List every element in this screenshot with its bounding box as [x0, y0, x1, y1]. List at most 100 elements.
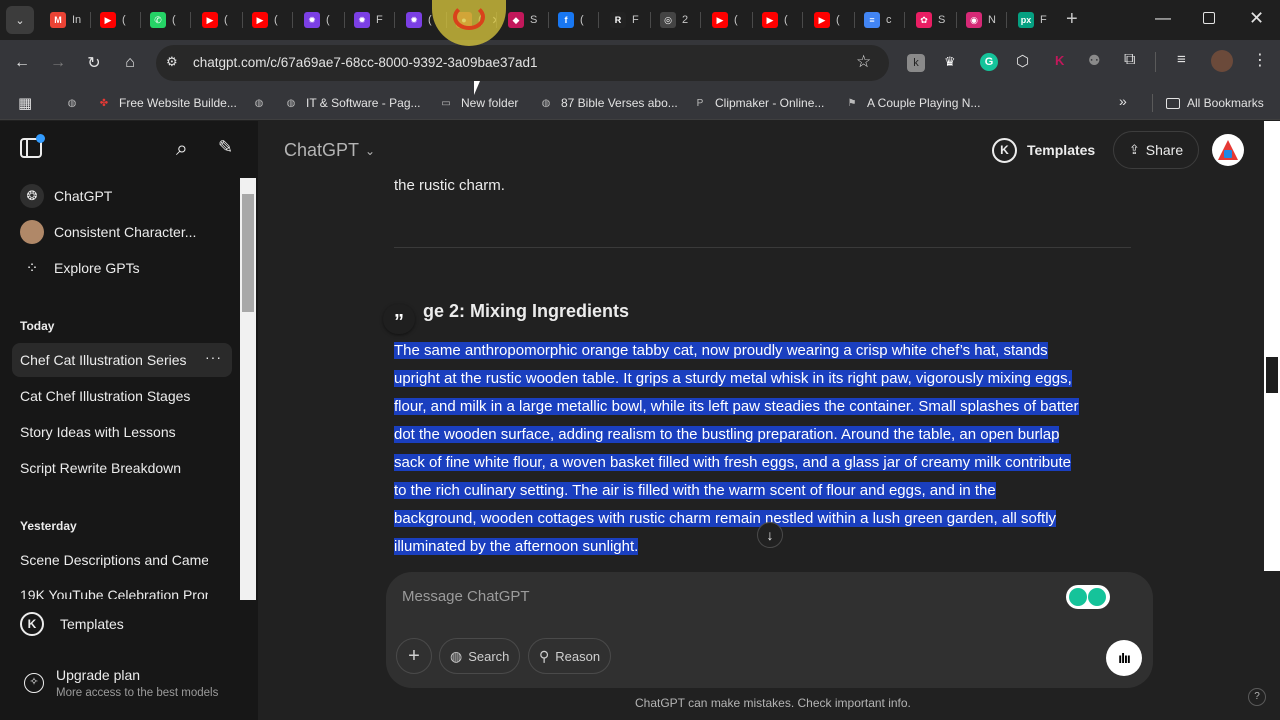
sidebar-item-chatgpt[interactable]: ❂ ChatGPT [12, 179, 232, 213]
chat-options-icon[interactable]: ··· [205, 349, 222, 365]
upgrade-plan-button[interactable]: ✧ Upgrade plan More access to the best m… [12, 661, 244, 705]
sidebar-templates[interactable]: K Templates [12, 607, 232, 641]
extensions-puzzle-icon[interactable]: ⧉ [1124, 51, 1135, 69]
browser-menu-icon[interactable]: ⋮ [1252, 50, 1268, 70]
user-avatar[interactable] [1212, 134, 1244, 166]
extension-kk-icon[interactable]: K [1055, 53, 1064, 68]
extension-gray-icon[interactable]: ⚉ [1088, 52, 1101, 69]
sidebar-scrollbar[interactable] [240, 178, 256, 600]
bookmark-item[interactable]: ◍ [64, 93, 80, 113]
all-bookmarks[interactable]: All Bookmarks [1166, 93, 1264, 113]
bookmark-item[interactable]: P Clipmaker - Online... [692, 93, 825, 113]
browser-tab[interactable]: RF [602, 8, 650, 32]
bookmark-star-icon[interactable]: ☆ [856, 52, 871, 72]
message-input[interactable]: Message ChatGPT [402, 588, 530, 605]
browser-tab[interactable]: ◉ N [958, 8, 1006, 32]
reason-button[interactable]: ⚲ Reason [528, 638, 612, 674]
tab-title: ( [274, 14, 278, 26]
sidebar-chat[interactable]: Scene Descriptions and Camer [12, 543, 208, 577]
gear-purple-icon: ✹ [354, 12, 370, 28]
profile-avatar[interactable] [1211, 50, 1233, 72]
forward-icon[interactable]: → [44, 49, 72, 77]
browser-tab[interactable]: px F [1010, 8, 1058, 32]
extension-crown-icon[interactable]: ♛ [944, 54, 956, 70]
browser-tab[interactable]: ▶( [704, 8, 752, 32]
browser-tab[interactable]: ✆( [142, 8, 190, 32]
share-button[interactable]: ⇪ Share [1113, 131, 1199, 169]
bookmark-item[interactable]: ▭ New folder [438, 93, 518, 113]
browser-tab[interactable]: ≡ c [856, 8, 904, 32]
tab-title: F [632, 14, 639, 26]
search-chats-icon[interactable]: ⌕ [176, 137, 188, 161]
restore-icon[interactable] [1203, 12, 1215, 24]
scroll-down-icon[interactable]: ↓ [757, 522, 783, 548]
browser-tab[interactable]: ▶( [754, 8, 802, 32]
selected-text-line: sack of fine white flour, a woven basket… [394, 454, 1071, 471]
browser-tab[interactable]: ▶( [806, 8, 854, 32]
close-window-icon[interactable]: ✕ [1249, 8, 1264, 29]
help-button[interactable]: ? [1248, 688, 1266, 706]
more-bookmarks-icon[interactable]: » [1119, 93, 1127, 109]
bookmark-item[interactable]: ✤ Free Website Builde... [96, 93, 237, 113]
browser-tab[interactable]: ✹( [296, 8, 344, 32]
browser-tab[interactable]: M In [42, 8, 90, 32]
voice-mode-icon[interactable]: ılıı [1106, 640, 1142, 676]
quote-reply-icon[interactable]: ” [383, 304, 415, 334]
sidebar-item-label: ChatGPT [54, 188, 113, 204]
bookmark-label: 87 Bible Verses abo... [561, 96, 678, 110]
main-scrollbar-thumb[interactable] [1266, 357, 1278, 393]
new-chat-icon[interactable]: ✎ [218, 137, 233, 158]
today-heading: Today [20, 319, 55, 333]
back-icon[interactable]: ← [8, 49, 36, 77]
tab-title: N [988, 14, 996, 26]
sidebar-chat[interactable]: Script Rewrite Breakdown [12, 451, 232, 485]
share-label: Share [1145, 142, 1184, 158]
folder-icon: ▭ [441, 97, 451, 109]
scrollbar-thumb[interactable] [242, 194, 254, 312]
templates-button[interactable]: K Templates [992, 137, 1095, 163]
youtube-icon: ▶ [252, 12, 268, 28]
tab-separator [140, 12, 141, 28]
bookmark-item[interactable]: ◍ IT & Software - Pag... [283, 93, 421, 113]
address-bar[interactable]: ⚙ chatgpt.com/c/67a69ae7-68cc-8000-9392-… [156, 45, 889, 81]
grammarly-extension-icon[interactable]: G [980, 53, 998, 71]
browser-tab[interactable]: f( [550, 8, 598, 32]
apps-grid-icon[interactable]: ▦ [18, 94, 32, 112]
bookmark-item[interactable]: ◍ [251, 93, 267, 113]
reload-icon[interactable]: ↻ [80, 49, 108, 77]
browser-tab[interactable]: ◎ 2 [652, 8, 700, 32]
browser-tab[interactable]: ▶( [194, 8, 242, 32]
media-controls-icon[interactable]: ≡ [1177, 51, 1186, 68]
tab-search-icon[interactable]: ⌄ [6, 6, 34, 34]
site-info-icon[interactable]: ⚙ [166, 54, 178, 70]
bookmark-item[interactable]: ◍ 87 Bible Verses abo... [538, 93, 678, 113]
search-button[interactable]: ◍ Search [439, 638, 521, 674]
attach-plus-button[interactable]: + [396, 638, 432, 674]
extension-k-icon[interactable]: k [907, 54, 925, 72]
sidebar-chat[interactable]: 19K YouTube Celebration Pron [12, 579, 208, 599]
extension-cube-icon[interactable]: ⬡ [1016, 52, 1029, 70]
browser-tab[interactable]: ✹ F [346, 8, 394, 32]
browser-tab[interactable]: ✿ S [908, 8, 956, 32]
sidebar-item-explore-gpts[interactable]: ⁘ Explore GPTs [12, 251, 232, 285]
browser-tab[interactable]: ▶( [244, 8, 292, 32]
tab-title: ( [580, 14, 584, 26]
browser-tab[interactable]: ▶( [92, 8, 140, 32]
sidebar-chat[interactable]: Story Ideas with Lessons [12, 415, 232, 449]
home-icon[interactable]: ⌂ [116, 49, 144, 77]
k-logo-icon: K [992, 137, 1017, 163]
new-tab-icon[interactable]: + [1066, 8, 1086, 32]
bookmark-item[interactable]: ⚑ A Couple Playing N... [844, 93, 981, 113]
reason-label: Reason [555, 648, 601, 664]
browser-tab[interactable]: ◆ S [500, 8, 548, 32]
grammarly-badge[interactable] [1066, 585, 1110, 609]
main-scrollbar[interactable] [1264, 121, 1280, 571]
instagram-icon: ◉ [966, 12, 982, 28]
sidebar-chat-label: Scene Descriptions and Camer [20, 552, 208, 568]
model-selector[interactable]: ChatGPT ⌄ [284, 140, 375, 161]
sidebar-item-consistent-character[interactable]: Consistent Character... [12, 215, 232, 249]
minimize-icon[interactable]: — [1155, 10, 1171, 28]
sidebar-chat-active[interactable]: Chef Cat Illustration Series ··· [12, 343, 232, 377]
sidebar-chat[interactable]: Cat Chef Illustration Stages [12, 379, 232, 413]
sidebar-toggle-icon[interactable] [20, 134, 45, 158]
